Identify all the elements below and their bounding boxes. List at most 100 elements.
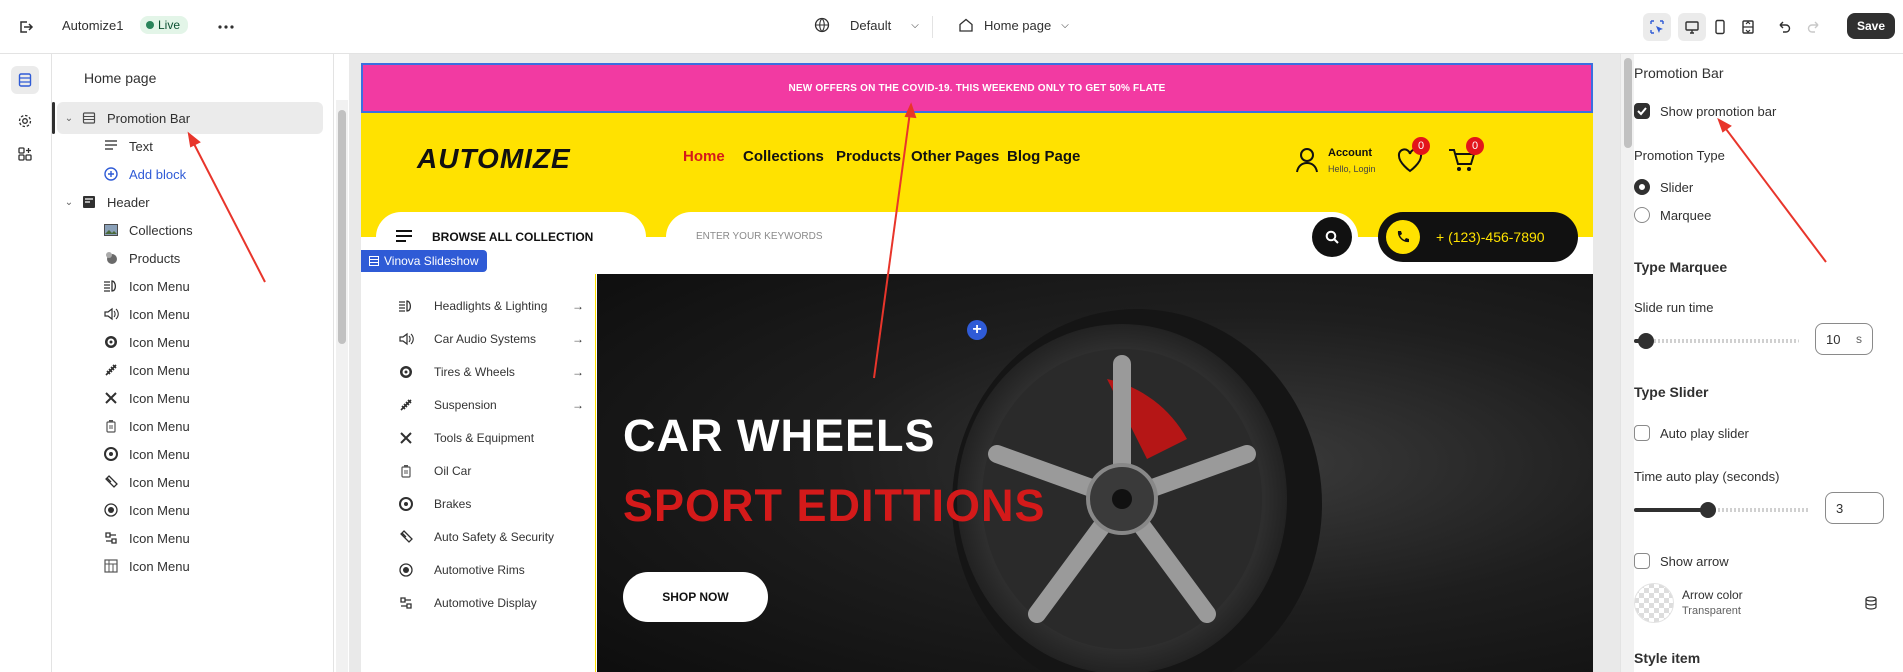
promotion-type-slider-radio[interactable] xyxy=(1634,179,1650,195)
scrollbar-thumb[interactable] xyxy=(338,110,346,344)
tire-icon xyxy=(101,334,121,350)
theme-selector[interactable]: Default ⌵ xyxy=(814,17,919,33)
phone-button[interactable]: + (123)-456-7890 xyxy=(1378,212,1578,262)
category-menu-item[interactable]: Car Audio Systems → xyxy=(394,322,584,355)
tire-icon xyxy=(394,362,418,382)
brake-icon xyxy=(101,446,121,462)
arrow-color-swatch[interactable] xyxy=(1634,583,1674,623)
tools-icon xyxy=(101,390,121,406)
account-title[interactable]: Account xyxy=(1328,147,1372,159)
tree-title: Home page xyxy=(84,70,157,86)
arrow-right-icon: → xyxy=(572,331,584,346)
chevron-down-icon[interactable]: ⌄ xyxy=(59,197,79,208)
nav-link-products[interactable]: Products xyxy=(836,148,901,165)
text-lines-icon xyxy=(101,138,121,154)
dynamic-source-icon[interactable] xyxy=(1864,596,1878,613)
category-menu-label: Tires & Wheels xyxy=(434,364,515,379)
category-menu-item[interactable]: Headlights & Lighting → xyxy=(394,289,584,322)
display-icon xyxy=(101,530,121,546)
category-menu-item[interactable]: Suspension → xyxy=(394,388,584,421)
arrow-right-icon: → xyxy=(572,397,584,412)
apps-icon[interactable] xyxy=(11,140,39,168)
time-auto-play-fill xyxy=(1634,508,1704,512)
time-auto-play-input[interactable]: 3 xyxy=(1825,492,1884,524)
auto-play-slider-checkbox[interactable] xyxy=(1634,425,1650,441)
rim-icon xyxy=(394,560,418,580)
scrollbar-thumb[interactable] xyxy=(1624,58,1632,148)
time-auto-play-label: Time auto play (seconds) xyxy=(1634,469,1780,484)
auto-play-slider-label: Auto play slider xyxy=(1660,426,1749,441)
grid-icon xyxy=(101,558,121,574)
nav-link-blog-page[interactable]: Blog Page xyxy=(1007,148,1080,165)
hero-title: CAR WHEELS xyxy=(623,410,936,461)
page-selector-label: Home page xyxy=(984,17,1052,33)
plus-circle-icon xyxy=(101,166,121,182)
oil-icon xyxy=(394,461,418,481)
speaker-icon xyxy=(101,306,121,322)
category-menu-item[interactable]: Automotive Display xyxy=(394,586,584,619)
show-promotion-bar-checkbox[interactable] xyxy=(1634,103,1650,119)
tree-item-label: Add block xyxy=(129,166,187,182)
tree-item-label: Collections xyxy=(129,222,193,238)
undo-icon[interactable] xyxy=(1770,13,1798,41)
sections-icon[interactable] xyxy=(11,66,39,94)
nav-link-other-pages[interactable]: Other Pages xyxy=(911,148,999,165)
spring-icon xyxy=(101,362,121,378)
divider xyxy=(932,16,933,38)
save-button[interactable]: Save xyxy=(1846,13,1895,39)
category-menu-item[interactable]: Tools & Equipment xyxy=(394,421,584,454)
chevron-down-icon: ⌵ xyxy=(1061,19,1069,31)
live-badge: Live xyxy=(140,16,189,34)
style-item-heading: Style item xyxy=(1634,650,1701,666)
store-preview: NEW OFFERS ON THE COVID-19. THIS WEEKEND… xyxy=(361,63,1593,672)
slide-run-time-knob[interactable] xyxy=(1638,333,1654,349)
account-subtitle[interactable]: Hello, Login xyxy=(1328,164,1376,174)
phone-icon xyxy=(1386,220,1420,254)
page-selector[interactable]: Home page ⌵ xyxy=(958,17,1069,33)
chevron-down-icon[interactable]: ⌄ xyxy=(59,113,79,124)
mobile-view-icon[interactable] xyxy=(1706,13,1734,41)
phone-number: + (123)-456-7890 xyxy=(1436,229,1545,245)
slide-run-time-input[interactable]: 10 s xyxy=(1815,323,1873,355)
rim-icon xyxy=(101,502,121,518)
account-icon[interactable] xyxy=(1295,147,1319,176)
store-logo[interactable]: AUTOMIZE xyxy=(417,143,571,175)
fullwidth-view-icon[interactable] xyxy=(1734,13,1762,41)
exit-icon[interactable] xyxy=(12,13,40,41)
live-label: Live xyxy=(158,18,181,32)
category-menu-item[interactable]: Auto Safety & Security xyxy=(394,520,584,553)
canvas-scrollbar[interactable] xyxy=(1620,54,1634,672)
shop-now-button[interactable]: SHOP NOW xyxy=(623,572,768,622)
display-icon xyxy=(394,593,418,613)
slide-run-time-track[interactable] xyxy=(1634,339,1799,343)
section-tag-label: Vinova Slideshow xyxy=(384,254,479,268)
tree-item-label: Icon Menu xyxy=(129,474,190,490)
more-icon[interactable] xyxy=(212,13,240,41)
tree-item-label: Icon Menu xyxy=(129,502,190,518)
promotion-bar[interactable]: NEW OFFERS ON THE COVID-19. THIS WEEKEND… xyxy=(361,63,1593,113)
desktop-view-icon[interactable] xyxy=(1678,13,1706,41)
chevron-down-icon: ⌵ xyxy=(911,19,919,31)
nav-link-collections[interactable]: Collections xyxy=(743,148,824,165)
category-menu-item[interactable]: Tires & Wheels → xyxy=(394,355,584,388)
time-auto-play-knob[interactable] xyxy=(1700,502,1716,518)
product-icon xyxy=(101,250,121,266)
tree-scrollbar[interactable] xyxy=(336,100,348,672)
promotion-type-marquee-radio[interactable] xyxy=(1634,207,1650,223)
hero-subtitle: SPORT EDITTIONS xyxy=(623,480,1046,531)
nav-link-home[interactable]: Home xyxy=(683,148,725,165)
arrow-color-label: Arrow color xyxy=(1682,588,1743,602)
category-menu-item[interactable]: Oil Car xyxy=(394,454,584,487)
inspector-icon[interactable] xyxy=(1643,13,1671,41)
category-menu-item[interactable]: Brakes xyxy=(394,487,584,520)
add-section-plus-icon[interactable]: + xyxy=(967,320,987,340)
settings-gear-icon[interactable] xyxy=(11,107,39,135)
headlight-icon xyxy=(101,278,121,294)
section-tag[interactable]: Vinova Slideshow xyxy=(361,250,487,272)
show-arrow-checkbox[interactable] xyxy=(1634,553,1650,569)
store-search-input[interactable]: ENTER YOUR KEYWORDS xyxy=(666,212,1358,262)
category-menu-item[interactable]: Automotive Rims xyxy=(394,553,584,586)
redo-icon[interactable] xyxy=(1800,13,1828,41)
search-button[interactable] xyxy=(1312,217,1352,257)
tree-item[interactable]: Icon Menu xyxy=(52,550,322,582)
